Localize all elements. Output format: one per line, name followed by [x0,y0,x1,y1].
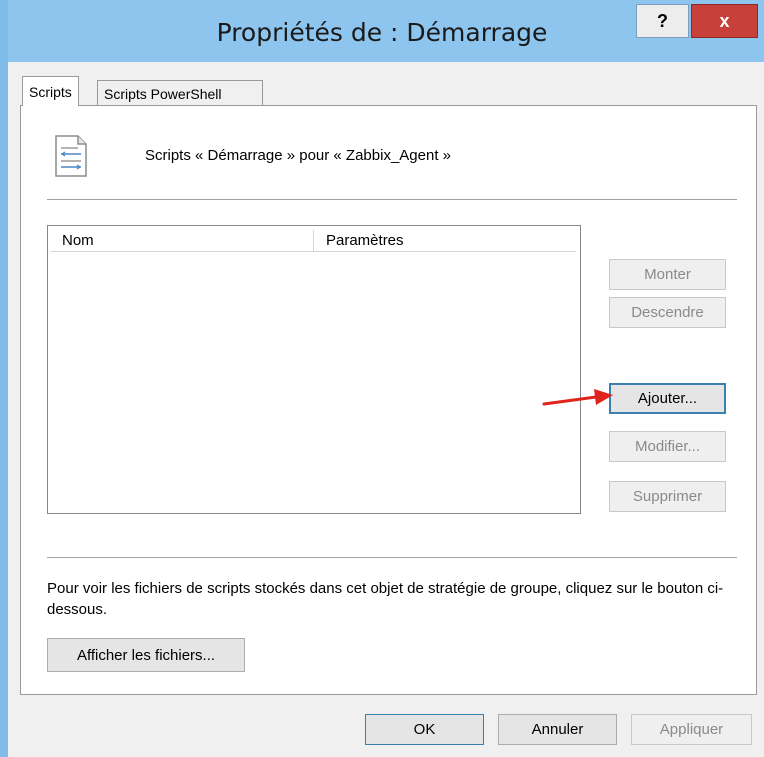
window-left-border [0,0,8,757]
ok-button[interactable]: OK [365,714,484,745]
separator-bottom [47,557,737,558]
column-header-parameters[interactable]: Paramètres [314,230,576,252]
add-button[interactable]: Ajouter... [609,383,726,414]
cancel-button[interactable]: Annuler [498,714,617,745]
show-files-button[interactable]: Afficher les fichiers... [47,638,245,672]
tab-scripts[interactable]: Scripts [22,76,79,106]
edit-button[interactable]: Modifier... [609,431,726,462]
script-document-icon [55,135,87,177]
title-bar[interactable]: Propriétés de : Démarrage ? x [0,0,764,62]
scripts-list[interactable]: Nom Paramètres [47,225,581,514]
separator-top [47,199,737,200]
scripts-heading: Scripts « Démarrage » pour « Zabbix_Agen… [145,147,451,164]
close-icon: x [719,10,730,31]
help-icon: ? [657,10,668,31]
red-arrow-annotation [542,389,613,406]
move-up-button[interactable]: Monter [609,259,726,290]
move-down-button[interactable]: Descendre [609,297,726,328]
info-text: Pour voir les fichiers de scripts stocké… [47,580,724,618]
help-button[interactable]: ? [636,4,689,38]
apply-button[interactable]: Appliquer [631,714,752,745]
tab-scripts-powershell[interactable]: Scripts PowerShell [97,80,263,106]
properties-dialog: Propriétés de : Démarrage ? x Scripts Po… [0,0,764,757]
close-button[interactable]: x [691,4,758,38]
remove-button[interactable]: Supprimer [609,481,726,512]
column-header-name[interactable]: Nom [50,230,313,252]
